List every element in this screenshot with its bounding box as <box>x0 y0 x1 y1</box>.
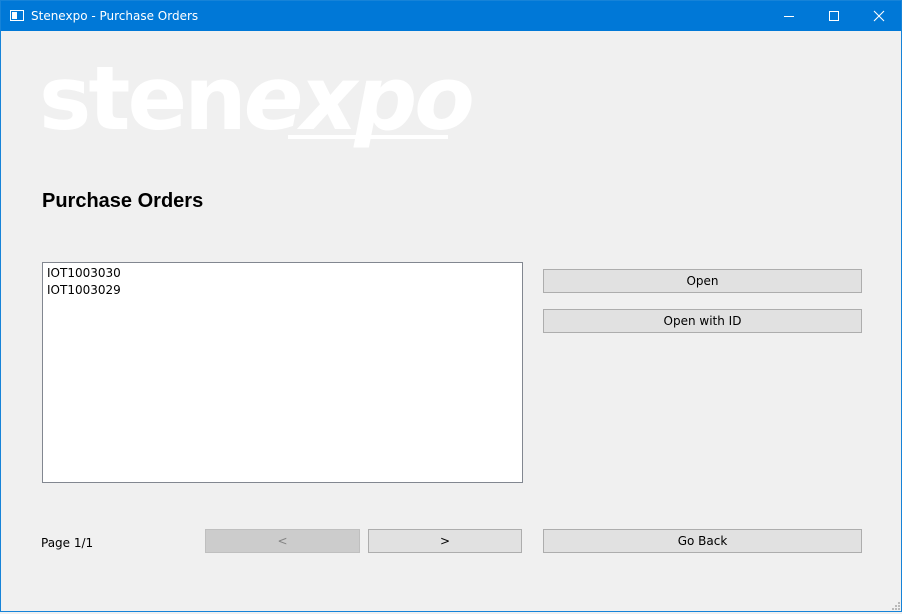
minimize-icon <box>784 16 794 17</box>
open-with-id-button[interactable]: Open with ID <box>543 309 862 333</box>
next-page-button[interactable]: > <box>368 529 522 553</box>
go-back-button[interactable]: Go Back <box>543 529 862 553</box>
page-title: Purchase Orders <box>42 190 204 212</box>
list-item[interactable]: IOT1003030 <box>47 266 121 280</box>
logo-underline <box>288 135 448 139</box>
app-icon <box>10 10 24 21</box>
maximize-icon <box>829 11 839 21</box>
previous-page-button[interactable]: < <box>205 529 360 553</box>
resize-grip-icon[interactable] <box>889 599 901 611</box>
logo-text-plain: sten <box>39 47 247 150</box>
minimize-button[interactable] <box>766 1 812 31</box>
orders-list[interactable]: IOT1003030 IOT1003029 <box>42 262 523 483</box>
close-icon <box>873 10 885 22</box>
app-window: Stenexpo - Purchase Orders stenexpo Purc… <box>0 0 902 612</box>
stenexpo-logo: stenexpo <box>39 53 475 145</box>
page-indicator: Page 1/1 <box>41 536 94 550</box>
maximize-button[interactable] <box>811 1 857 31</box>
close-button[interactable] <box>856 1 902 31</box>
open-button[interactable]: Open <box>543 269 862 293</box>
window-title: Stenexpo - Purchase Orders <box>31 9 199 23</box>
list-item[interactable]: IOT1003029 <box>47 283 121 297</box>
title-bar: Stenexpo - Purchase Orders <box>1 1 901 31</box>
